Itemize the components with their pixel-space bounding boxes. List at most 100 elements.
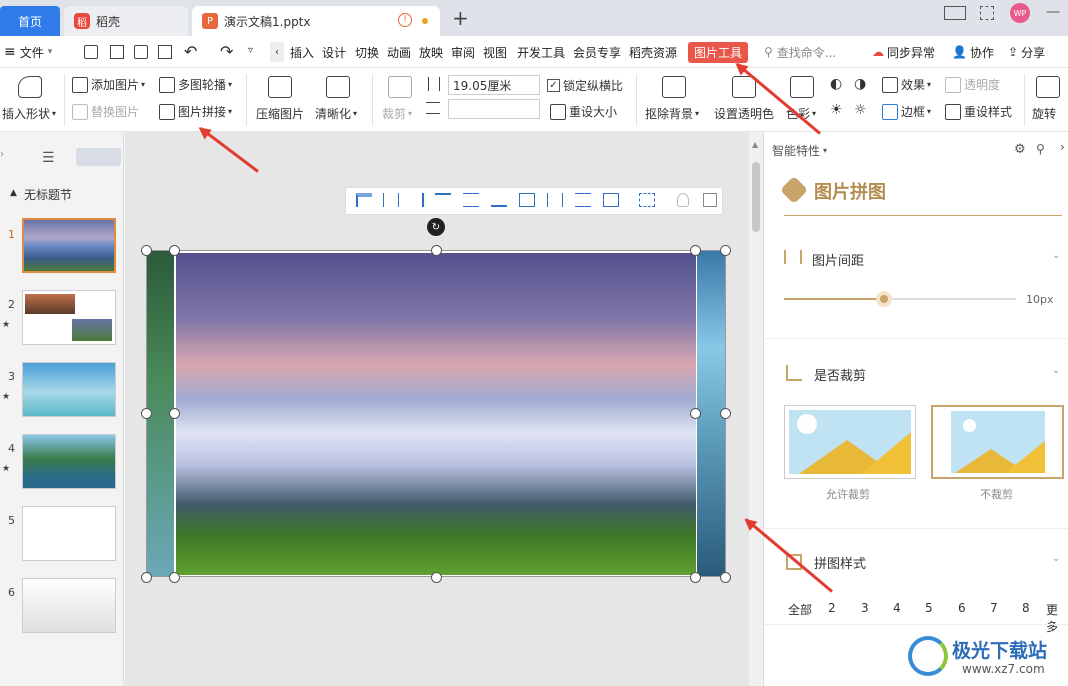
set-transparent-button[interactable]: 设置透明色 <box>714 105 774 122</box>
menu-animation[interactable]: 动画 <box>387 36 411 68</box>
replace-picture-button[interactable]: 替换图片 <box>72 103 139 120</box>
slide-thumbnail-1[interactable] <box>22 218 116 273</box>
scroll-left-icon[interactable]: ‹ <box>270 42 284 62</box>
outline-view-icon[interactable]: ☰ <box>42 150 55 166</box>
collapse-chevron-icon[interactable]: ⌄ <box>1052 365 1060 376</box>
border-button[interactable]: 边框 ▾ <box>882 103 931 120</box>
resize-handle[interactable] <box>720 572 731 583</box>
canvas-scrollbar[interactable]: ▲ <box>749 132 763 686</box>
bulb-icon[interactable] <box>677 193 689 207</box>
rotate-handle-icon[interactable]: ↻ <box>427 218 445 236</box>
style-tab-7[interactable]: 7 <box>990 601 998 615</box>
style-tab-5[interactable]: 5 <box>925 601 933 615</box>
slide-thumbnail-5[interactable] <box>22 506 116 561</box>
resize-handle[interactable] <box>720 245 731 256</box>
menu-design[interactable]: 设计 <box>322 36 346 68</box>
style-tab-6[interactable]: 6 <box>958 601 966 615</box>
remove-bg-button[interactable]: 抠除背景 ▾ <box>645 105 699 122</box>
multi-carousel-button[interactable]: 多图轮播 ▾ <box>159 76 232 93</box>
preview-icon[interactable] <box>158 45 172 59</box>
scroll-thumb[interactable] <box>752 162 760 232</box>
resize-handle[interactable] <box>431 572 442 583</box>
insert-shape-button[interactable]: 插入形状 ▾ <box>2 105 56 122</box>
resize-handle[interactable] <box>141 572 152 583</box>
resize-handle[interactable] <box>431 245 442 256</box>
tab-document[interactable]: P 演示文稿1.pptx ! <box>192 6 440 36</box>
distribute-icon[interactable] <box>519 193 535 207</box>
resize-handle[interactable] <box>690 408 701 419</box>
settings-gear-icon[interactable]: ⚙ <box>1014 142 1026 157</box>
pin-icon[interactable]: ⚲ <box>1036 142 1045 156</box>
selected-picture-group[interactable] <box>146 250 726 577</box>
style-tab-more[interactable]: 更多 <box>1046 601 1068 635</box>
brightness-down-icon[interactable]: ☼ <box>854 102 867 118</box>
menu-member[interactable]: 会员专享 <box>573 36 621 68</box>
undo-icon[interactable]: ↶ <box>184 42 197 61</box>
sync-status[interactable]: ☁ 同步异常 <box>872 36 935 68</box>
resize-handle[interactable] <box>690 572 701 583</box>
style-tab-3[interactable]: 3 <box>861 601 869 615</box>
style-tab-2[interactable]: 2 <box>828 601 836 615</box>
rotate-button[interactable]: 旋转 <box>1032 105 1056 122</box>
redo-icon[interactable]: ↷ <box>220 42 233 61</box>
slider-knob[interactable] <box>875 291 892 307</box>
distribute-horizontal-icon[interactable] <box>547 193 563 207</box>
save-icon[interactable] <box>84 45 98 59</box>
slide-thumbnail-6[interactable] <box>22 578 116 633</box>
resize-handle[interactable] <box>141 245 152 256</box>
collapse-chevron-icon[interactable]: ⌄ <box>1052 250 1060 261</box>
width-field[interactable] <box>448 99 540 119</box>
share-button[interactable]: ⇪ 分享 <box>1008 36 1045 68</box>
smart-feature-header[interactable]: 智能特性 ▾ <box>772 142 827 159</box>
spacing-slider[interactable] <box>784 291 1016 307</box>
align-right-icon[interactable] <box>408 193 424 207</box>
resize-handle[interactable] <box>169 408 180 419</box>
align-top-icon[interactable] <box>435 193 451 207</box>
resize-handle[interactable] <box>169 572 180 583</box>
close-pane-icon[interactable]: › <box>1060 140 1065 154</box>
add-picture-button[interactable]: 添加图片 ▾ <box>72 76 145 93</box>
resize-handle[interactable] <box>690 245 701 256</box>
crop-button[interactable]: 裁剪 ▾ <box>382 105 412 122</box>
picture-stitch-button[interactable]: 图片拼接 ▾ <box>159 103 232 120</box>
main-waterfall-picture[interactable] <box>176 253 696 575</box>
collapse-chevron-icon[interactable]: › <box>0 149 4 160</box>
layout-icon[interactable] <box>944 6 966 20</box>
resize-handle[interactable] <box>720 408 731 419</box>
transparency-button[interactable]: 透明度 <box>945 76 1000 93</box>
new-tab-button[interactable]: + <box>452 6 469 30</box>
align-left-icon[interactable] <box>356 193 372 207</box>
more-chevron-icon[interactable]: ▿ <box>248 45 253 56</box>
resize-handle[interactable] <box>169 245 180 256</box>
menu-review[interactable]: 审阅 <box>451 36 475 68</box>
align-center-icon[interactable] <box>383 193 399 207</box>
slide-thumbnail-4[interactable] <box>22 434 116 489</box>
scroll-up-icon[interactable]: ▲ <box>752 140 758 149</box>
menu-transition[interactable]: 切换 <box>355 36 379 68</box>
contrast-down-icon[interactable]: ◑ <box>854 76 866 92</box>
print-icon[interactable] <box>134 45 148 59</box>
resize-handle[interactable] <box>141 408 152 419</box>
search-command[interactable]: ⚲ 查找命令... <box>764 36 836 68</box>
more-arrange-icon[interactable] <box>703 193 717 207</box>
slide-thumbnail-3[interactable] <box>22 362 116 417</box>
grid-apps-icon[interactable] <box>980 6 994 20</box>
contrast-up-icon[interactable]: ◐ <box>830 76 842 92</box>
group-icon[interactable] <box>639 193 655 207</box>
fit-slide-icon[interactable] <box>603 193 619 207</box>
menu-insert[interactable]: 插入 <box>290 36 314 68</box>
tab-home[interactable]: 首页 <box>0 6 60 36</box>
align-bottom-icon[interactable] <box>491 193 507 207</box>
menu-devtools[interactable]: 开发工具 <box>517 36 565 68</box>
brightness-up-icon[interactable]: ☀ <box>830 102 843 118</box>
lock-ratio-checkbox[interactable]: ✓ 锁定纵横比 <box>547 77 623 94</box>
style-tab-all[interactable]: 全部 <box>788 601 812 618</box>
style-tab-8[interactable]: 8 <box>1022 601 1030 615</box>
export-icon[interactable] <box>110 45 124 59</box>
allow-crop-option[interactable] <box>784 405 916 479</box>
section-caret-icon[interactable]: ▲ <box>10 188 17 198</box>
avatar[interactable]: WP <box>1010 3 1030 23</box>
menu-view[interactable]: 视图 <box>483 36 507 68</box>
slide-thumbnail-2[interactable] <box>22 290 116 345</box>
reset-style-button[interactable]: 重设样式 <box>945 103 1012 120</box>
